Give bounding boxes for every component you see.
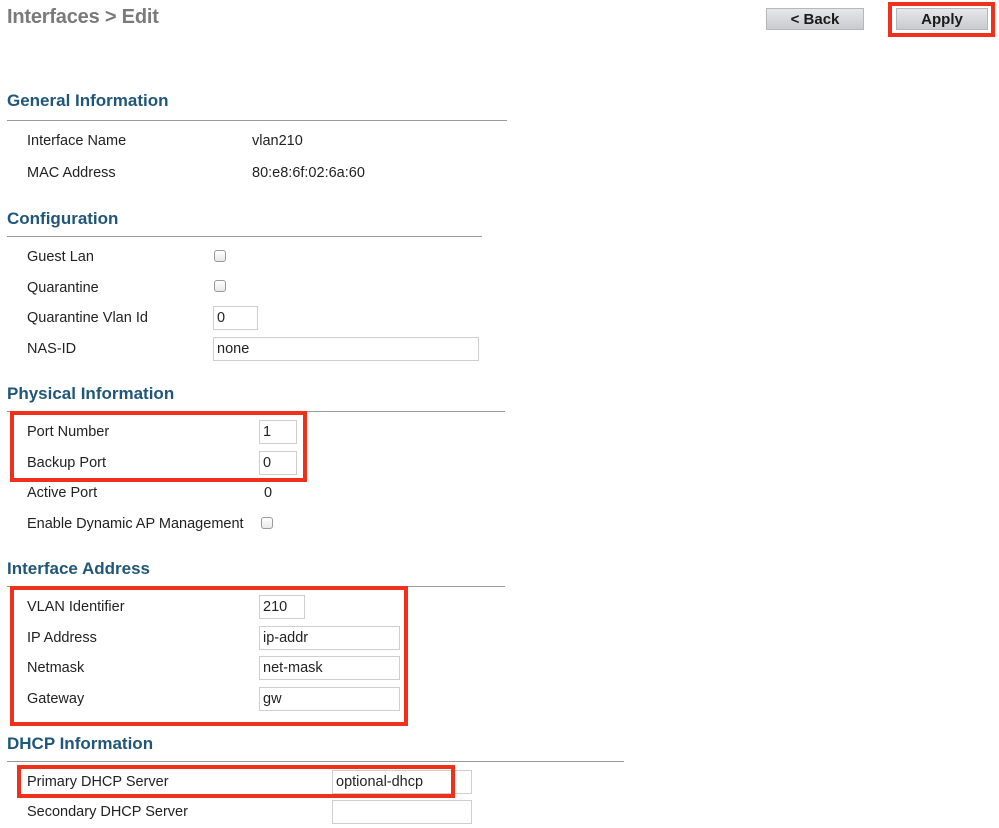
primary-dhcp-input[interactable]: optional-dhcp (332, 770, 472, 794)
guest-lan-label: Guest Lan (27, 249, 94, 265)
section-physical-information: Physical Information (7, 384, 175, 403)
quarantine-vlan-input[interactable]: 0 (213, 306, 258, 330)
active-port-value: 0 (264, 485, 273, 501)
section-configuration: Configuration (7, 209, 119, 228)
netmask-label: Netmask (27, 660, 85, 676)
section-divider (7, 761, 624, 762)
mac-address-label: MAC Address (27, 165, 116, 181)
nas-id-input[interactable]: none (213, 337, 479, 361)
backup-port-label: Backup Port (27, 455, 106, 471)
section-divider (7, 120, 507, 121)
port-number-label: Port Number (27, 424, 110, 440)
ip-address-input[interactable]: ip-addr (259, 626, 400, 650)
mac-address-value: 80:e8:6f:02:6a:60 (252, 165, 365, 181)
interface-name-label: Interface Name (27, 133, 127, 149)
section-dhcp-information: DHCP Information (7, 734, 154, 753)
secondary-dhcp-input[interactable] (332, 800, 472, 824)
ip-address-label: IP Address (27, 630, 97, 646)
active-port-label: Active Port (27, 485, 98, 501)
section-divider (7, 411, 505, 412)
vlan-identifier-input[interactable]: 210 (259, 595, 305, 619)
vlan-identifier-label: VLAN Identifier (27, 599, 125, 615)
netmask-input[interactable]: net-mask (259, 656, 400, 680)
section-divider (7, 236, 482, 237)
dynamic-ap-checkbox[interactable] (261, 517, 273, 529)
gateway-label: Gateway (27, 691, 85, 707)
section-general-information: General Information (7, 91, 169, 110)
page-title: Interfaces > Edit (7, 6, 159, 28)
quarantine-checkbox[interactable] (214, 280, 226, 292)
interface-name-value: vlan210 (252, 133, 303, 149)
primary-dhcp-label: Primary DHCP Server (27, 774, 169, 790)
apply-button[interactable]: Apply (896, 8, 988, 30)
back-button[interactable]: < Back (766, 8, 864, 30)
section-interface-address: Interface Address (7, 559, 150, 578)
guest-lan-checkbox[interactable] (214, 250, 226, 262)
nas-id-label: NAS-ID (27, 341, 77, 357)
port-number-input[interactable]: 1 (259, 420, 297, 444)
secondary-dhcp-label: Secondary DHCP Server (27, 804, 188, 820)
gateway-input[interactable]: gw (259, 687, 400, 711)
section-divider (7, 586, 505, 587)
backup-port-input[interactable]: 0 (259, 451, 297, 475)
quarantine-label: Quarantine (27, 280, 99, 296)
dynamic-ap-label: Enable Dynamic AP Management (27, 516, 244, 532)
quarantine-vlan-label: Quarantine Vlan Id (27, 310, 148, 326)
